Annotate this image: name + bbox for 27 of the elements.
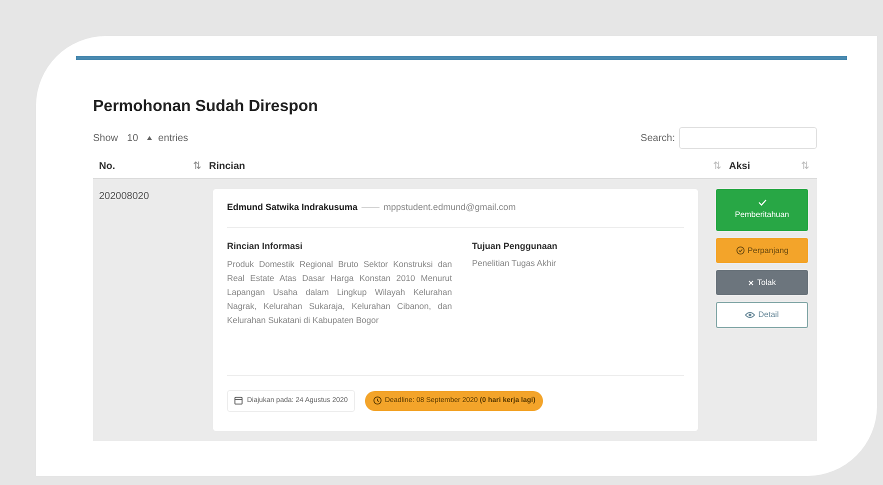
detail-button[interactable]: Detail	[716, 302, 808, 328]
applicant-name: Edmund Satwika Indrakusuma	[227, 201, 358, 214]
separator-dash: ——	[362, 201, 380, 214]
close-icon	[748, 280, 754, 286]
entries-select[interactable]: 10	[124, 130, 142, 146]
eye-icon	[745, 311, 756, 319]
reject-button[interactable]: Tolak	[716, 270, 808, 295]
check-icon	[758, 199, 766, 206]
calendar-icon	[234, 396, 243, 406]
applicant-email: mppstudent.edmund@gmail.com	[384, 201, 516, 214]
entries-label: entries	[158, 132, 188, 146]
info-description: Produk Domestik Regional Bruto Sektor Konstruksi dan Real Estate Atas Dasar Harga Konstan 2010 Menurut Lapangan Usaha dalam Lingkup Wilayah Kelurahan Nagrak, Kelurahan Sukaraja, Kelurahan Cibanon, dan Kelurahan Sukatani di Kabupaten Bogor	[227, 258, 452, 327]
section-heading: Rincian Informasi	[227, 240, 304, 252]
sort-icon[interactable]: ⇅	[193, 159, 201, 174]
search-field[interactable]	[679, 127, 817, 149]
caret-icon	[147, 136, 152, 140]
page-title: Permohonan Sudah Direspon	[93, 97, 319, 117]
column-header[interactable]: Aksi	[729, 159, 750, 174]
notify-button[interactable]: Pemberitahuan	[716, 189, 808, 231]
show-label: Show	[93, 132, 118, 146]
request-number: 202008020	[99, 190, 150, 204]
search-label: Search:	[640, 132, 675, 146]
section-heading: Tujuan Penggunaan	[472, 240, 558, 253]
purpose-text: Penelitian Tugas Akhir	[472, 257, 558, 270]
extend-button[interactable]: Perpanjang	[716, 238, 808, 263]
column-header[interactable]: Rincian	[209, 159, 246, 174]
column-header[interactable]: No.	[99, 159, 116, 174]
